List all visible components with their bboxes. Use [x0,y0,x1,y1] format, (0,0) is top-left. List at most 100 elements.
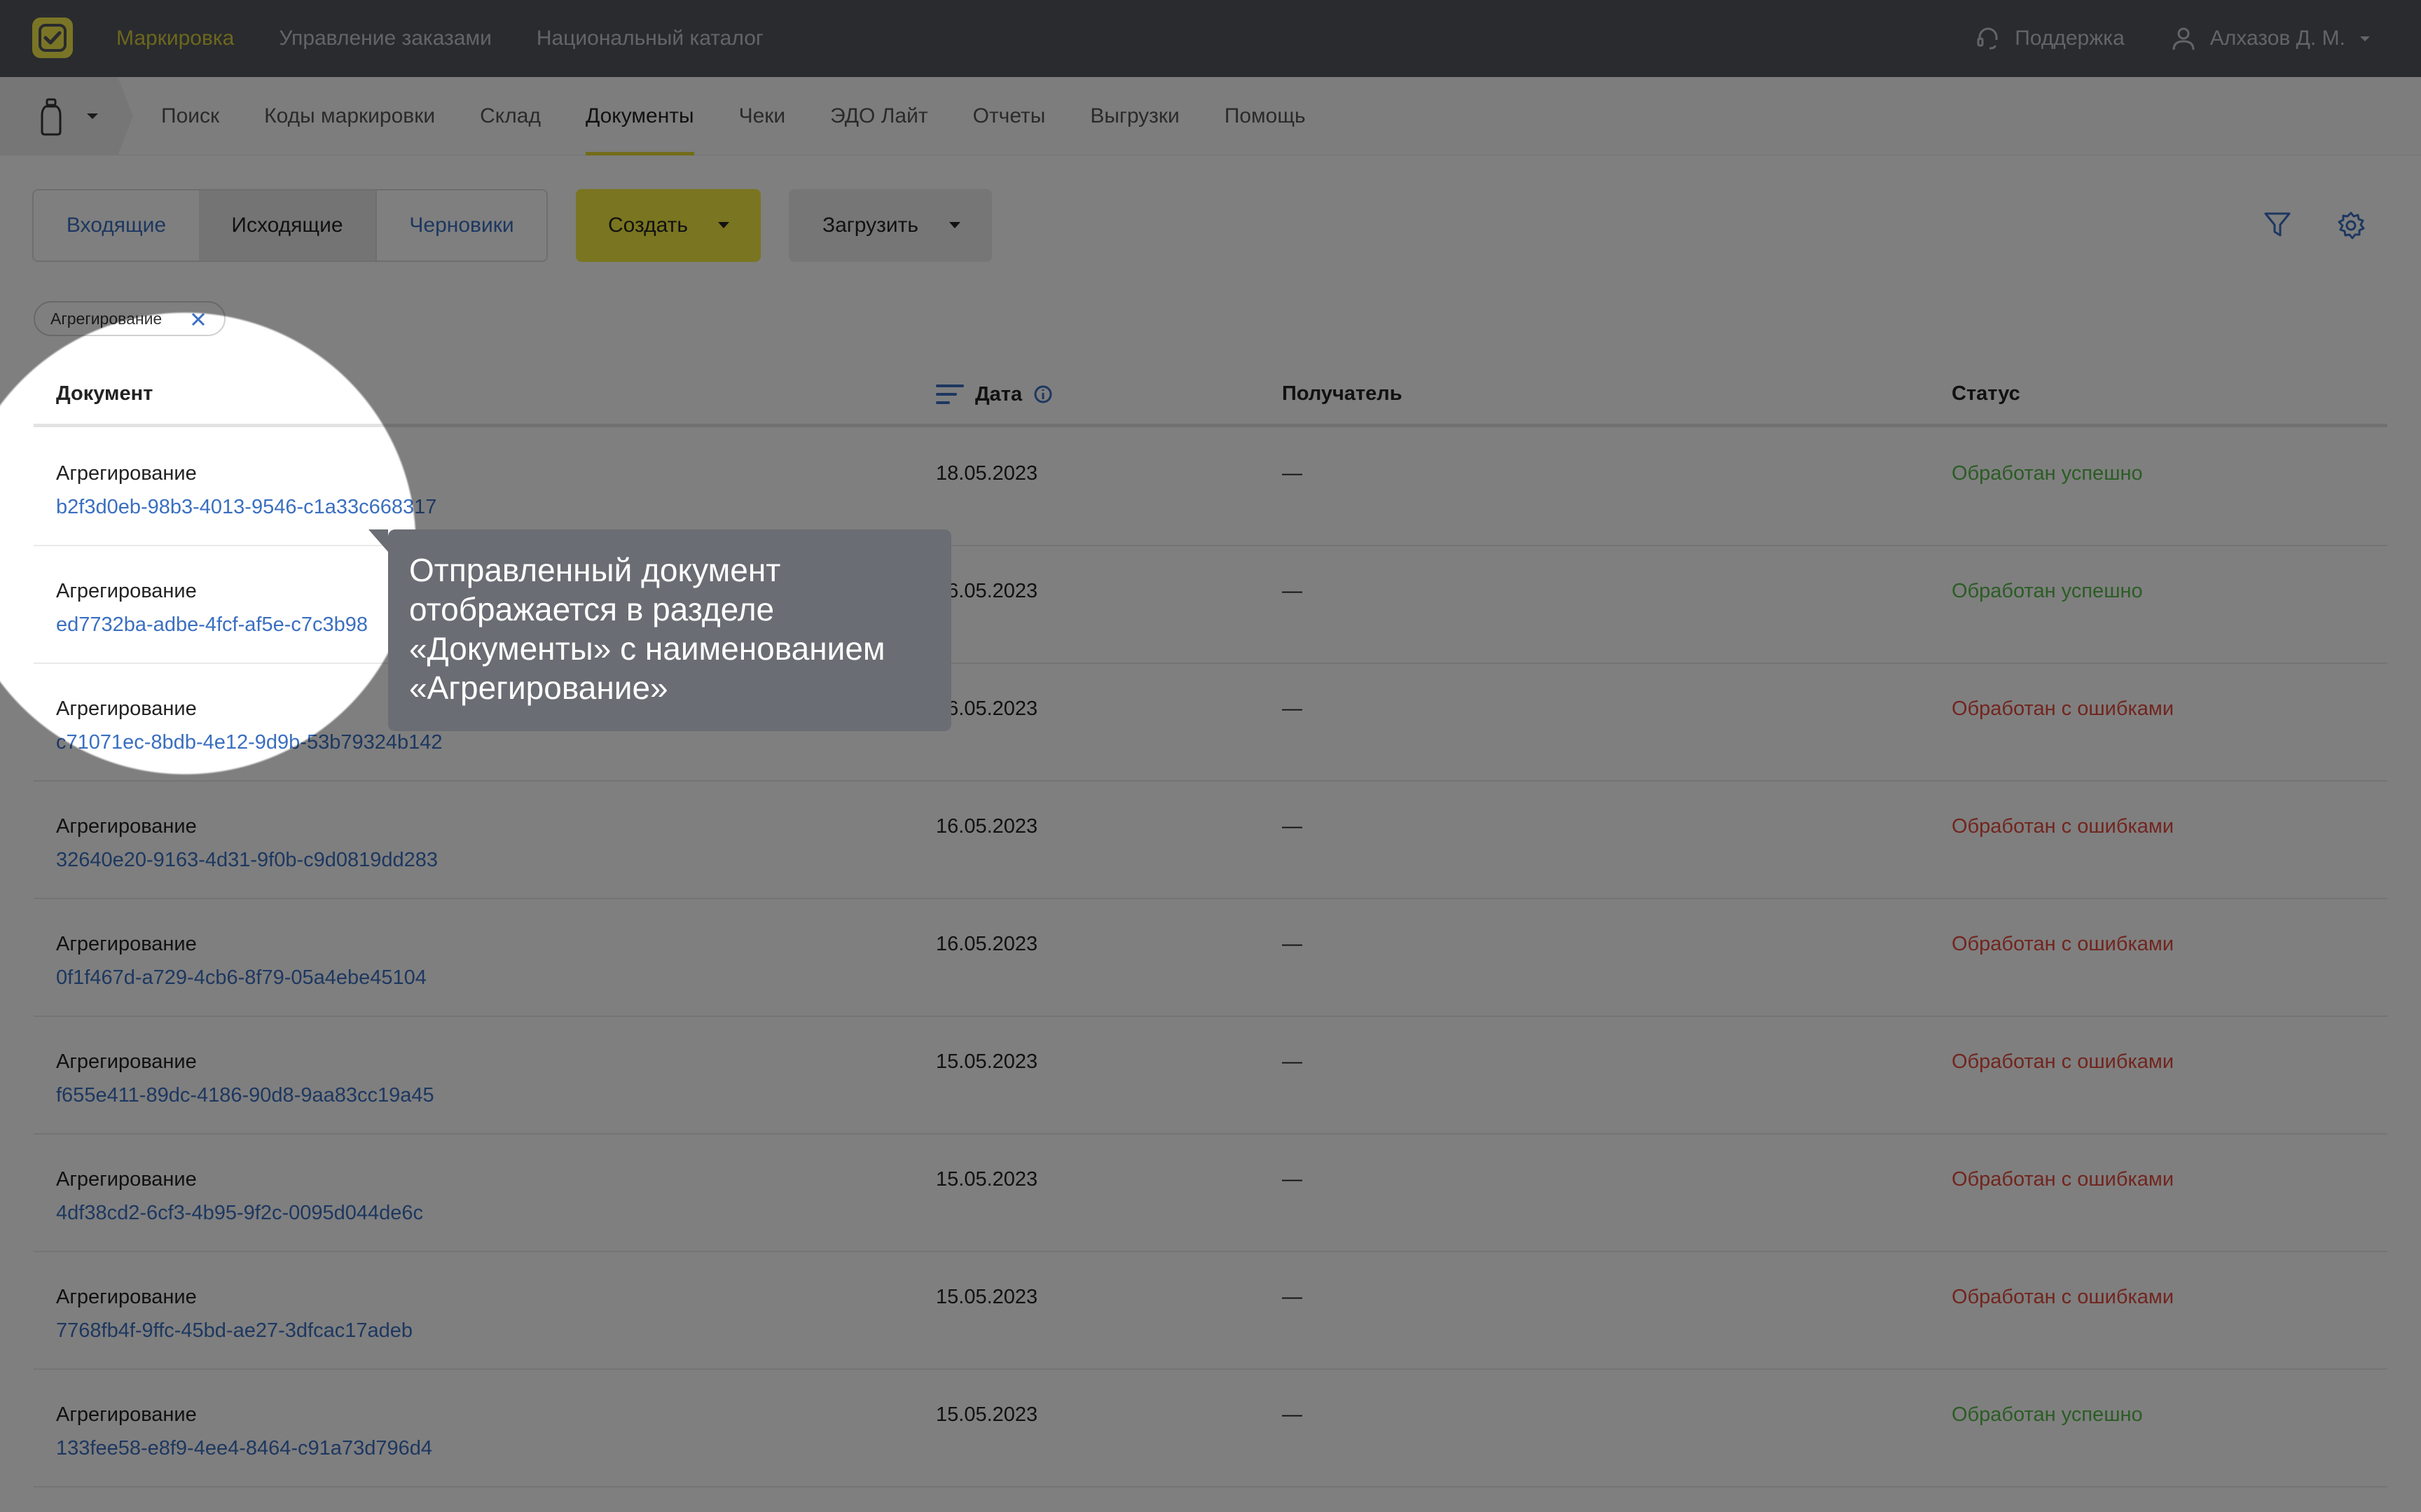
top-right-actions: Поддержка Алхазов Д. М. [1974,0,2372,77]
chevron-down-icon [87,113,98,119]
table-row[interactable]: Агрегирование 32640e20-9163-4d31-9f0b-c9d… [34,782,2387,899]
document-status: Обработан с ошибками [1952,815,2174,838]
table-row[interactable]: Агрегирование f655e411-89dc-4186-90d8-9aa… [34,1017,2387,1135]
direction-switch: Входящие Исходящие Черновики [32,189,548,262]
document-name: Агрегирование [56,1286,197,1308]
document-date: 15.05.2023 [936,1050,1038,1073]
table-row[interactable]: Агрегирование 0f1f467d-a729-4cb6-8f79-05a… [34,899,2387,1017]
tab-exports[interactable]: Выгрузки [1090,77,1180,155]
table-row[interactable]: Агрегирование 4df38cd2-6cf3-4b95-9f2c-009… [34,1135,2387,1252]
document-id-link[interactable]: 0f1f467d-a729-4cb6-8f79-05a4ebe45104 [56,966,427,990]
section-tabs: Поиск Коды маркировки Склад Документы Че… [161,77,1306,155]
document-id-link[interactable]: 32640e20-9163-4d31-9f0b-c9d0819dd283 [56,849,438,872]
chevron-down-icon [949,222,960,228]
sort-icon[interactable] [936,382,964,406]
document-id-link[interactable]: 7768fb4f-9ffc-45bd-ae27-3dfcac17adeb [56,1319,413,1343]
tab-receipts[interactable]: Чеки [739,77,786,155]
document-date: 15.05.2023 [936,1168,1038,1191]
column-header-status: Статус [1952,382,2020,405]
table-row[interactable]: Агрегирование 7768fb4f-9ffc-45bd-ae27-3df… [34,1252,2387,1370]
document-id-link[interactable]: 133fee58-e8f9-4ee4-8464-c91a73d796d4 [56,1437,432,1460]
close-icon[interactable] [191,312,206,327]
tooltip-line: «Документы» с наименованием [409,630,885,667]
document-id-link[interactable]: 4df38cd2-6cf3-4b95-9f2c-0095d044de6c [56,1202,423,1225]
top-bar: Маркировка Управление заказами Националь… [0,0,2421,77]
document-name: Агрегирование [56,1403,197,1426]
chevron-down-icon [718,222,729,228]
filter-chip-label: Агрегирование [50,309,163,328]
user-menu[interactable]: Алхазов Д. М. [2170,25,2372,53]
document-name: Агрегирование [56,698,197,720]
document-recipient: — [1282,1050,1302,1073]
document-recipient: — [1282,933,1302,955]
filter-icon[interactable] [2263,210,2292,240]
segment-drafts[interactable]: Черновики [375,190,546,261]
document-date: 16.05.2023 [936,933,1038,955]
document-recipient: — [1282,698,1302,720]
document-status: Обработан с ошибками [1952,933,2174,955]
create-button[interactable]: Создать [576,189,761,262]
headset-icon [1977,27,1998,50]
document-recipient: — [1282,815,1302,838]
tab-help[interactable]: Помощь [1225,77,1306,155]
document-date: 18.05.2023 [936,462,1038,485]
top-nav-item-marking[interactable]: Маркировка [116,27,234,50]
tab-reports[interactable]: Отчеты [973,77,1046,155]
document-id-link[interactable]: f655e411-89dc-4186-90d8-9aa83cc19a45 [56,1084,434,1107]
document-status: Обработан с ошибками [1952,698,2174,720]
top-nav-item-catalog[interactable]: Национальный каталог [537,27,764,50]
document-recipient: — [1282,1168,1302,1191]
table-row[interactable]: Агрегирование c71071ec-8bdb-4e12-9d9b-53b… [34,664,2387,782]
document-status: Обработан с ошибками [1952,1168,2174,1191]
tab-marking-codes[interactable]: Коды маркировки [264,77,435,155]
tab-edo-lite[interactable]: ЭДО Лайт [830,77,927,155]
document-recipient: — [1282,1286,1302,1308]
section-nav: Поиск Коды маркировки Склад Документы Че… [0,77,2421,155]
document-name: Агрегирование [56,1050,197,1073]
support-label: Поддержка [2015,27,2125,50]
document-date: 15.05.2023 [936,1403,1038,1426]
document-recipient: — [1282,462,1302,485]
table-row[interactable]: Агрегирование 133fee58-e8f9-4ee4-8464-c91… [34,1370,2387,1487]
user-icon [2172,27,2195,50]
document-id-link[interactable]: b2f3d0eb-98b3-4013-9546-c1a33c668317 [56,496,436,519]
tooltip-line: «Агрегирование» [409,670,668,706]
document-date: 15.05.2023 [936,1286,1038,1308]
top-nav-item-orders[interactable]: Управление заказами [279,27,492,50]
user-name: Алхазов Д. М. [2209,27,2345,50]
document-id-link[interactable]: ed7732ba-adbe-4fcf-af5e-c7c3b98 [56,613,368,637]
tour-tooltip: Отправленный документ отображается в раз… [368,529,951,731]
tab-documents[interactable]: Документы [585,77,694,155]
gear-icon[interactable] [2336,210,2366,241]
segment-outgoing[interactable]: Исходящие [199,190,375,261]
document-status: Обработан с ошибками [1952,1286,2174,1308]
table-header: Документ Дата Получатель Статус [34,357,2387,427]
bottle-icon [41,98,62,136]
create-button-label: Создать [608,214,689,237]
document-status: Обработан успешно [1952,1403,2143,1426]
document-id-link[interactable]: c71071ec-8bdb-4e12-9d9b-53b79324b142 [56,731,442,754]
tab-search[interactable]: Поиск [161,77,219,155]
document-date: 16.05.2023 [936,815,1038,838]
document-status: Обработан с ошибками [1952,1050,2174,1073]
column-header-date-label: Дата [975,382,1023,405]
column-header-date[interactable]: Дата [936,382,1053,406]
document-name: Агрегирование [56,462,197,485]
tooltip-line: Отправленный документ [409,552,781,588]
info-icon[interactable] [1033,384,1053,404]
document-recipient: — [1282,580,1302,602]
filter-chip: Агрегирование [34,301,226,336]
table-row[interactable]: Агрегирование b2f3d0eb-98b3-4013-9546-c1a… [34,429,2387,546]
document-status: Обработан успешно [1952,462,2143,485]
support-link[interactable]: Поддержка [1974,25,2125,53]
tab-warehouse[interactable]: Склад [480,77,541,155]
upload-button[interactable]: Загрузить [789,189,992,262]
product-group-switch[interactable] [0,77,133,155]
chevron-down-icon [2360,36,2370,41]
logo-icon[interactable] [32,18,73,58]
segment-incoming[interactable]: Входящие [34,190,199,261]
document-recipient: — [1282,1403,1302,1426]
table-row[interactable]: Агрегирование ed7732ba-adbe-4fcf-af5e-c7c… [34,546,2387,664]
document-name: Агрегирование [56,933,197,955]
document-name: Агрегирование [56,1168,197,1191]
